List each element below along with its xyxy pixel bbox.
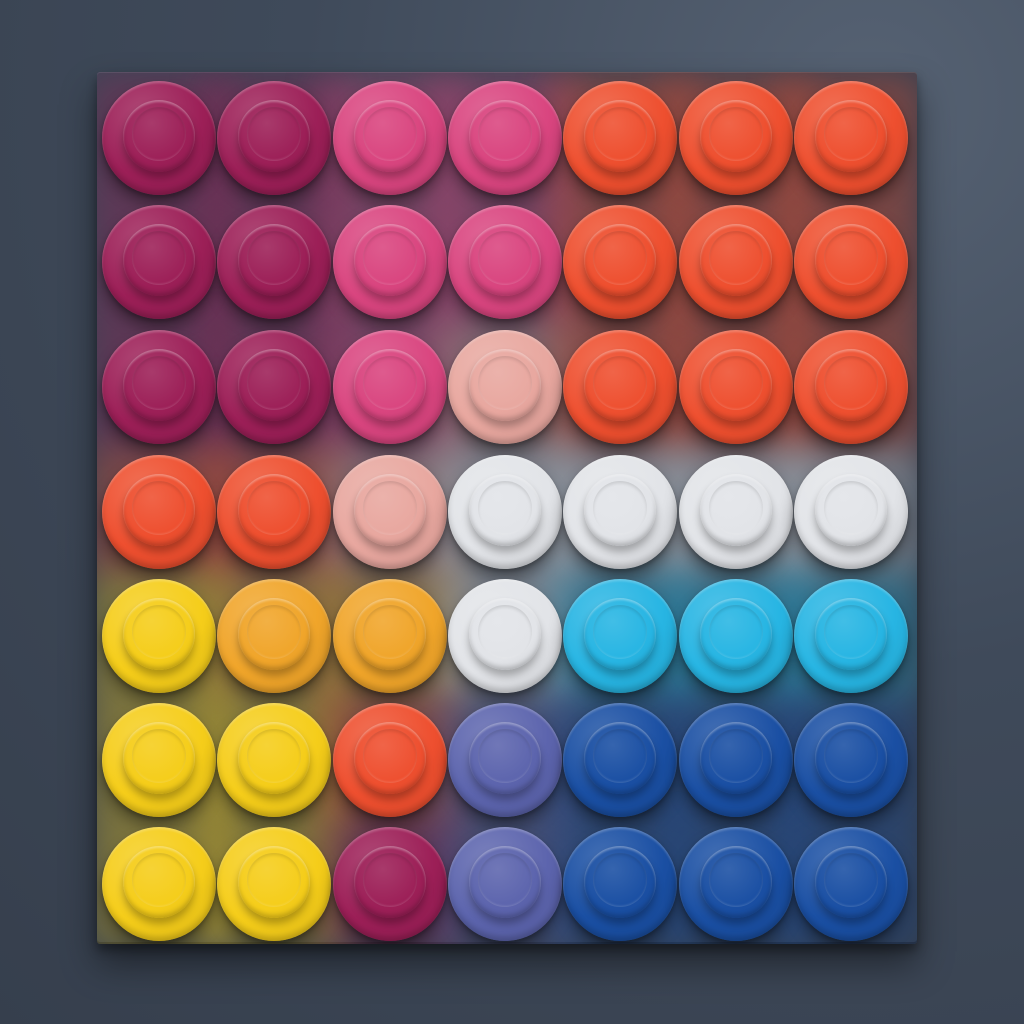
button-cap (469, 224, 541, 296)
button-blue[interactable] (794, 703, 908, 817)
button-blue[interactable] (679, 703, 793, 817)
button-yellow[interactable] (102, 703, 216, 817)
button-yellow[interactable] (217, 703, 331, 817)
button-cap (700, 349, 772, 421)
button-cap (123, 349, 195, 421)
button-cap (700, 722, 772, 794)
button-magenta[interactable] (102, 205, 216, 319)
button-cap (238, 474, 310, 546)
button-cap (584, 598, 656, 670)
button-magenta[interactable] (217, 81, 331, 195)
button-white[interactable] (448, 579, 562, 693)
button-orange[interactable] (217, 455, 331, 569)
button-magenta[interactable] (333, 827, 447, 941)
button-magenta[interactable] (217, 205, 331, 319)
button-cap (354, 846, 426, 918)
button-blue[interactable] (563, 703, 677, 817)
button-cap (815, 100, 887, 172)
button-cap (815, 722, 887, 794)
button-pink[interactable] (448, 81, 562, 195)
button-orange[interactable] (563, 205, 677, 319)
button-cap (584, 722, 656, 794)
button-cap (700, 100, 772, 172)
button-orange[interactable] (102, 455, 216, 569)
button-cap (469, 598, 541, 670)
button-orange[interactable] (794, 205, 908, 319)
button-cap (123, 598, 195, 670)
button-blue[interactable] (679, 827, 793, 941)
button-peach[interactable] (333, 455, 447, 569)
button-white[interactable] (794, 455, 908, 569)
button-cap (469, 722, 541, 794)
button-cap (584, 846, 656, 918)
button-cap (469, 100, 541, 172)
button-cap (123, 846, 195, 918)
button-cap (469, 474, 541, 546)
button-yellow[interactable] (102, 827, 216, 941)
button-pink[interactable] (333, 205, 447, 319)
button-amber[interactable] (333, 579, 447, 693)
button-peach[interactable] (448, 330, 562, 444)
button-cap (815, 474, 887, 546)
button-blue[interactable] (563, 827, 677, 941)
button-magenta[interactable] (217, 330, 331, 444)
button-cap (354, 100, 426, 172)
button-cap (123, 224, 195, 296)
button-cap (584, 349, 656, 421)
button-cap (815, 349, 887, 421)
button-board (97, 72, 917, 944)
button-blue[interactable] (794, 827, 908, 941)
button-cap (123, 722, 195, 794)
button-cap (238, 722, 310, 794)
button-pink[interactable] (333, 81, 447, 195)
button-cap (469, 846, 541, 918)
button-cap (700, 474, 772, 546)
button-cap (700, 846, 772, 918)
button-cap (354, 722, 426, 794)
button-cap (700, 598, 772, 670)
button-cap (354, 349, 426, 421)
button-cyan[interactable] (563, 579, 677, 693)
button-cap (815, 846, 887, 918)
button-cap (469, 349, 541, 421)
button-orange[interactable] (563, 81, 677, 195)
button-yellow[interactable] (217, 827, 331, 941)
button-cap (354, 598, 426, 670)
button-periwinkle[interactable] (448, 827, 562, 941)
button-cap (584, 100, 656, 172)
button-orange[interactable] (333, 703, 447, 817)
button-cap (123, 474, 195, 546)
button-white[interactable] (448, 455, 562, 569)
button-orange[interactable] (679, 330, 793, 444)
button-cap (354, 474, 426, 546)
button-pink[interactable] (448, 205, 562, 319)
button-cap (238, 598, 310, 670)
button-cyan[interactable] (679, 579, 793, 693)
button-cap (238, 224, 310, 296)
button-periwinkle[interactable] (448, 703, 562, 817)
button-cap (584, 474, 656, 546)
button-amber[interactable] (217, 579, 331, 693)
button-white[interactable] (679, 455, 793, 569)
button-cap (700, 224, 772, 296)
button-magenta[interactable] (102, 81, 216, 195)
button-orange[interactable] (679, 205, 793, 319)
button-cap (584, 224, 656, 296)
button-cap (123, 100, 195, 172)
button-orange[interactable] (563, 330, 677, 444)
button-cap (354, 224, 426, 296)
button-cap (238, 846, 310, 918)
button-cap (815, 598, 887, 670)
button-cap (238, 349, 310, 421)
button-orange[interactable] (679, 81, 793, 195)
button-white[interactable] (563, 455, 677, 569)
button-cap (238, 100, 310, 172)
button-magenta[interactable] (102, 330, 216, 444)
button-orange[interactable] (794, 81, 908, 195)
button-cap (815, 224, 887, 296)
button-pink[interactable] (333, 330, 447, 444)
button-orange[interactable] (794, 330, 908, 444)
button-cyan[interactable] (794, 579, 908, 693)
button-yellow[interactable] (102, 579, 216, 693)
